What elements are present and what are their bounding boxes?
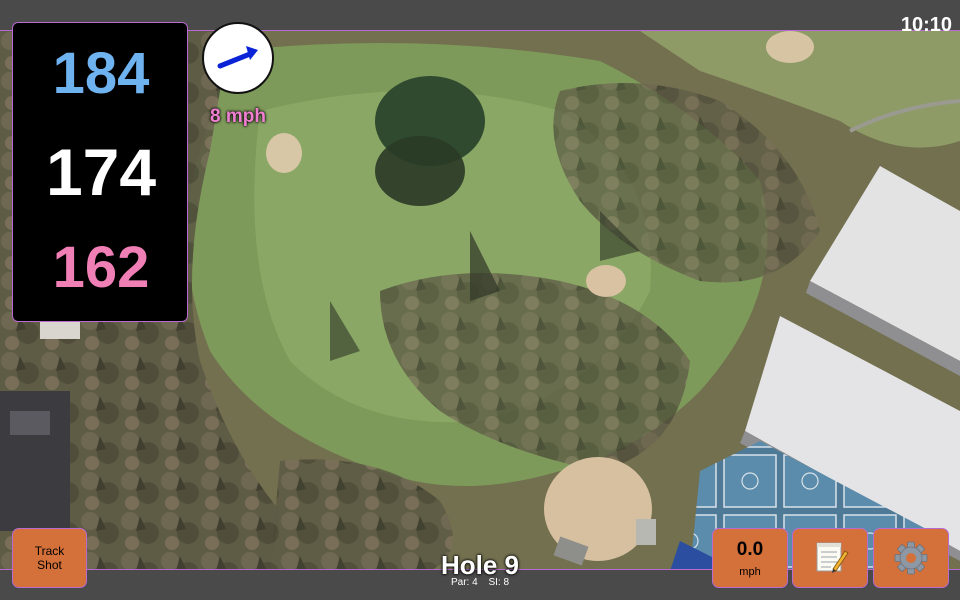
track-shot-button[interactable]: Track Shot (12, 528, 87, 588)
back-of-green-distance: 184 (52, 41, 150, 106)
distance-panel[interactable]: 184 174 162 (12, 22, 188, 322)
hole-details: Par: 4 SI: 8 (380, 577, 580, 588)
wind-direction-arrow-icon (217, 46, 258, 69)
clock: 10:10 (900, 14, 952, 36)
scorecard-notes-button[interactable] (792, 528, 868, 588)
wind-speed-label: 8 mph (210, 106, 266, 127)
notepad-icon (816, 542, 849, 573)
hole-par: Par: 4 (450, 577, 478, 588)
hole-stroke-index: SI: 8 (488, 577, 510, 588)
front-of-green-distance: 162 (52, 235, 150, 300)
speed-button[interactable]: 0.0 mph (712, 528, 788, 588)
speed-unit: mph (739, 566, 761, 578)
middle-of-green-distance: 174 (45, 135, 157, 209)
speed-value: 0.0 (736, 539, 764, 560)
track-shot-label-line2: Shot (37, 558, 62, 572)
wind-direction-dial[interactable] (202, 22, 274, 94)
settings-button[interactable] (873, 528, 949, 588)
track-shot-label-line1: Track (34, 544, 65, 558)
app-screen: 184 174 162 8 mph 10:10 Track Shot Hole … (0, 0, 960, 600)
gear-icon (894, 541, 928, 575)
